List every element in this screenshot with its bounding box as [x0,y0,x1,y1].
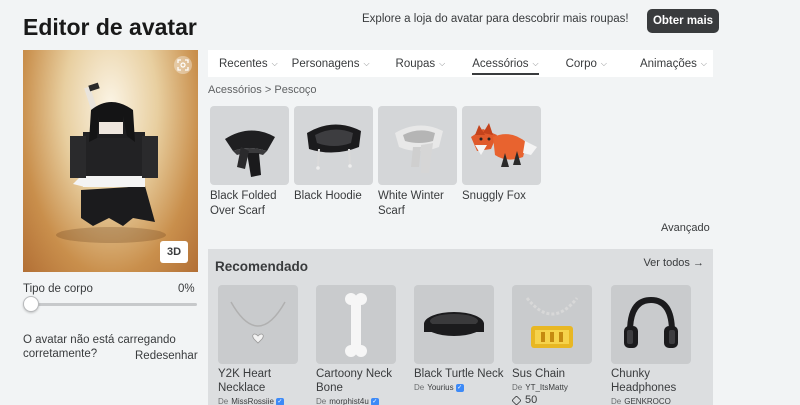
recommended-item[interactable]: Black Turtle Neck De Yourius ✓ [414,285,503,392]
creator-name[interactable]: MissRossiie [231,397,274,405]
recommended-item[interactable]: Cartoony Neck Bone De morphist4u ✓ [316,285,396,405]
black-folded-scarf-icon[interactable] [210,106,289,185]
page-title: Editor de avatar [23,14,197,40]
chevron-down-icon: ⌵ [532,58,539,68]
breadcrumb: Acessórios > Pescoço [208,84,317,96]
sus-chain-icon[interactable] [512,285,592,364]
chevron-down-icon: ⌵ [600,58,607,68]
see-all-link[interactable]: Ver todos → [643,257,704,269]
tab-label: Recentes [219,57,268,70]
tab-animacoes[interactable]: Animações ⌵ [640,50,707,77]
breadcrumb-separator: > [264,84,272,96]
verified-badge-icon: ✓ [455,383,464,392]
item-card[interactable]: Black Hoodie [294,106,373,204]
recommended-section: Recomendado Ver todos → Y2K Heart Neckla… [208,249,713,405]
recommended-item[interactable]: Sus Chain De YT_ItsMatty 50 [511,285,592,405]
chevron-down-icon: ⌵ [363,58,370,68]
cartoony-neck-bone-icon[interactable] [316,285,396,364]
body-type-slider-thumb[interactable] [23,296,39,312]
black-hoodie-icon[interactable] [294,106,373,185]
category-tabs: Recentes ⌵ Personagens ⌵ Roupas ⌵ Acessório… [208,50,713,77]
chevron-down-icon: ⌵ [439,58,446,68]
camera-frame-icon[interactable] [174,56,192,74]
breadcrumb-current: Pescoço [274,84,317,96]
chevron-down-icon: ⌵ [700,58,707,68]
tab-corpo[interactable]: Corpo ⌵ [566,50,607,77]
item-card[interactable]: White Winter Scarf [378,106,457,218]
item-card[interactable]: Black Folded Over Scarf [210,106,289,218]
by-label: De [414,383,425,392]
get-more-button[interactable]: Obter mais [647,9,719,33]
item-creator: De GENKROCO [611,397,691,405]
black-turtle-neck-icon[interactable] [414,285,494,364]
by-label: De [611,397,622,405]
item-name: Cartoony Neck Bone [316,368,393,394]
white-winter-scarf-icon[interactable] [378,106,457,185]
verified-badge-icon: ✓ [275,397,284,405]
item-name: Chunky Headphones [611,368,677,394]
item-name: Black Turtle Neck [414,368,504,380]
chunky-headphones-icon[interactable] [611,285,691,364]
breadcrumb-parent[interactable]: Acessórios [208,84,262,96]
creator-name[interactable]: Yourius [427,383,453,392]
creator-name[interactable]: YT_ItsMatty [525,383,568,392]
item-creator: De MissRossiie ✓ [218,397,298,405]
tab-recentes[interactable]: Recentes ⌵ [219,50,278,77]
recommended-item[interactable]: Chunky Headphones De GENKROCO [611,285,691,405]
item-creator: De morphist4u ✓ [316,397,396,405]
tab-label: Animações [639,57,697,70]
by-label: De [218,397,229,405]
item-creator: De Yourius ✓ [414,383,494,392]
price-value: 50 [525,394,538,405]
body-type-label: Tipo de corpo [23,283,93,295]
tab-roupas[interactable]: Roupas ⌵ [396,50,446,77]
snuggly-fox-icon[interactable] [462,106,541,185]
item-price: 50 [511,394,592,405]
body-type-value: 0% [178,283,195,295]
advanced-button[interactable]: Avançado [661,222,710,234]
y2k-heart-necklace-icon[interactable] [218,285,298,364]
chevron-down-icon: ⌵ [271,58,278,68]
verified-badge-icon: ✓ [370,397,379,405]
redraw-link[interactable]: Redesenhar [135,350,198,362]
creator-name[interactable]: GENKROCO [624,397,671,405]
view-mode-toggle-button[interactable]: 3D [160,241,188,263]
promo-text: Explore a loja do avatar para descobrir … [362,13,629,25]
item-creator: De YT_ItsMatty [512,383,592,392]
avatar-preview[interactable]: 3D [23,50,198,272]
by-label: De [316,397,327,405]
tab-acessorios[interactable]: Acessórios ⌵ [472,50,539,77]
recommended-item[interactable]: Y2K Heart Necklace De MissRossiie ✓ [218,285,298,405]
tab-label: Roupas [395,57,436,70]
item-name: Snuggly Fox [462,190,526,202]
item-name: Sus Chain [512,368,566,380]
item-name: Black Hoodie [294,190,362,202]
tab-personagens[interactable]: Personagens ⌵ [292,50,370,77]
item-name: Black Folded Over Scarf [210,190,277,217]
item-name: White Winter Scarf [378,190,444,217]
recommended-title: Recomendado [215,259,309,274]
item-card[interactable]: Snuggly Fox [462,106,541,204]
body-type-slider-track[interactable] [27,303,197,306]
by-label: De [512,383,523,392]
tab-label: Personagens [291,57,360,70]
item-name: Y2K Heart Necklace [218,368,272,394]
tab-label: Corpo [565,57,597,70]
tab-label: Acessórios [472,57,529,70]
creator-name[interactable]: morphist4u [329,397,369,405]
avatar-figure [56,82,166,243]
robux-icon [511,394,522,405]
